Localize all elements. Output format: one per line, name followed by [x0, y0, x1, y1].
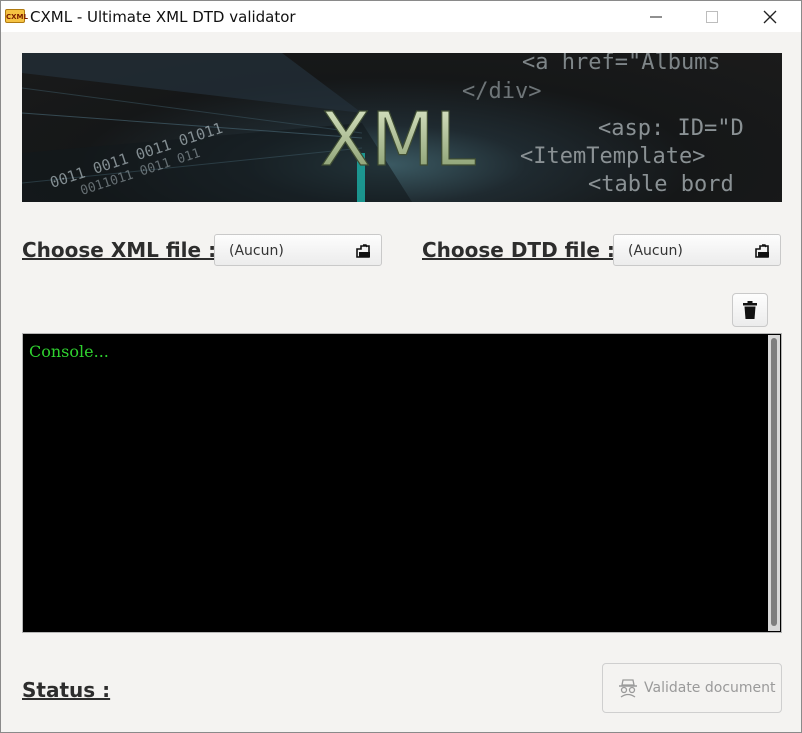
xml-file-value: (Aucun) — [229, 243, 284, 259]
spy-icon — [619, 679, 637, 698]
folder-open-icon — [755, 243, 771, 263]
dtd-file-picker[interactable]: (Aucun) — [613, 234, 781, 266]
minimize-icon — [650, 16, 662, 17]
console-scrollbar-thumb[interactable] — [771, 338, 777, 626]
dtd-file-label: Choose DTD file : — [422, 238, 615, 262]
app-window: CXML CXML - Ultimate XML DTD validator 0… — [0, 0, 802, 733]
console-scrollbar[interactable] — [768, 335, 780, 631]
validate-button-label: Validate document — [644, 680, 776, 696]
validate-document-button[interactable]: Validate document — [602, 663, 782, 713]
xml-banner: 0011 0011 0011 01011 0011011 0011 011 <a… — [22, 53, 782, 202]
title-bar: CXML CXML - Ultimate XML DTD validator — [1, 1, 801, 32]
console-output[interactable]: Console... — [22, 333, 782, 633]
banner-code-line: <a href="Albums — [522, 53, 721, 75]
app-icon: CXML — [5, 9, 28, 23]
folder-open-icon — [356, 243, 372, 263]
dtd-file-value: (Aucun) — [628, 243, 683, 259]
xml-logo-text: XML — [320, 97, 476, 183]
banner-code-line: <ItemTemplate> — [520, 144, 705, 169]
trash-icon — [743, 301, 757, 319]
banner-code-line: <table bord — [588, 172, 734, 197]
status-label: Status : — [22, 678, 111, 702]
xml-file-label: Choose XML file : — [22, 238, 217, 262]
banner-graphic: 0011 0011 0011 01011 0011011 0011 011 <a… — [22, 53, 744, 202]
xml-file-picker[interactable]: (Aucun) — [214, 234, 382, 266]
minimize-button[interactable] — [633, 1, 679, 32]
banner-code-line: <asp: ID="D — [598, 116, 744, 141]
maximize-icon — [706, 10, 718, 23]
maximize-button[interactable] — [689, 1, 735, 32]
close-icon — [763, 10, 777, 23]
console-text: Console... — [29, 342, 109, 361]
close-button[interactable] — [747, 1, 793, 32]
clear-console-button[interactable] — [732, 293, 768, 327]
window-title: CXML - Ultimate XML DTD validator — [30, 8, 296, 26]
